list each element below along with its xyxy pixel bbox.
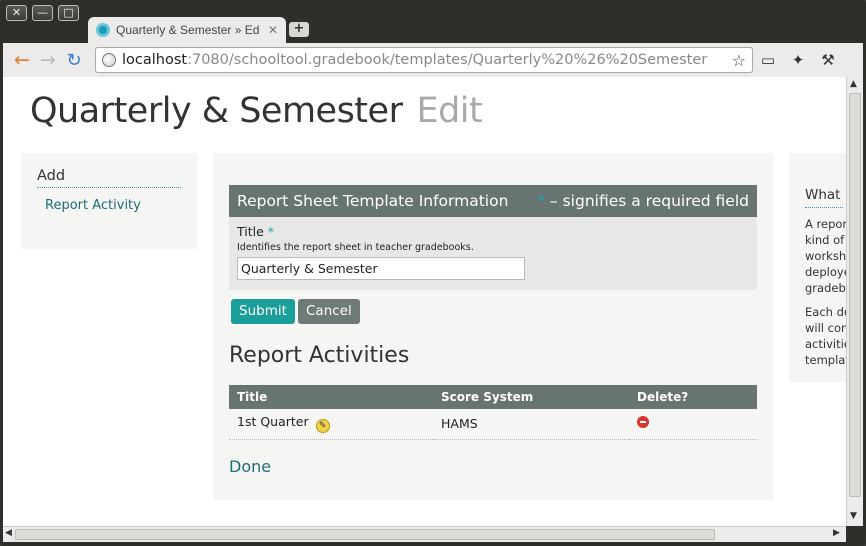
fullscreen-icon[interactable]: ▭ (753, 51, 783, 69)
form-header: Report Sheet Template Information * – si… (229, 185, 757, 217)
activity-title-cell: 1st Quarter ✎ (229, 409, 433, 440)
reload-icon[interactable]: ↻ (61, 50, 87, 71)
report-activity-link[interactable]: Report Activity (45, 198, 181, 213)
help-heading: What i (805, 187, 846, 208)
activity-title: 1st Quarter (237, 414, 309, 430)
help-line: will con (805, 321, 846, 335)
title-field-hint: Identifies the report sheet in teacher g… (237, 242, 474, 253)
help-line: deploye (805, 265, 846, 279)
help-line: A repor (805, 217, 846, 231)
help-paragraph-1: A repor kind of workshe deploye gradebo (805, 216, 846, 296)
url-text[interactable]: localhost:7080/schooltool.gradebook/temp… (122, 52, 732, 68)
close-window-button[interactable]: ✕ (6, 5, 27, 21)
address-bar[interactable]: localhost:7080/schooltool.gradebook/temp… (95, 47, 753, 73)
scroll-right-arrow-icon[interactable]: ▶ (833, 528, 840, 538)
minimize-window-button[interactable]: — (32, 5, 53, 21)
required-note: * – signifies a required field (537, 192, 749, 210)
title-input[interactable] (237, 257, 525, 280)
horizontal-scrollbar[interactable]: ◀ ▶ (3, 526, 846, 542)
sidebar-heading: Add (37, 168, 181, 188)
required-note-text: – signifies a required field (549, 192, 749, 210)
vertical-scrollbar[interactable]: ▲ ▼ (846, 77, 863, 526)
wrench-icon[interactable]: ⚒ (813, 51, 843, 69)
column-header-title: Title (229, 385, 433, 409)
help-line: gradebo (805, 281, 846, 295)
horizontal-scroll-thumb[interactable] (15, 529, 715, 540)
url-host: localhost (122, 52, 188, 68)
done-link[interactable]: Done (229, 457, 271, 476)
title-label-text: Title (237, 224, 264, 239)
report-activities-heading: Report Activities (229, 343, 410, 368)
title-field-label: Title * (237, 224, 749, 239)
column-header-delete: Delete? (629, 385, 757, 409)
globe-icon (102, 53, 116, 67)
help-line: workshe (805, 249, 846, 263)
table-header-row: Title Score System Delete? (229, 385, 757, 409)
browser-window: ✕ — □ Quarterly & Semester » Ed ✕ + ← → … (0, 0, 866, 546)
page-viewport: Quarterly & Semester Edit Add Report Acti… (3, 77, 846, 526)
add-sidebar: Add Report Activity (21, 153, 197, 249)
maximize-window-button[interactable]: □ (58, 5, 79, 21)
form-header-title: Report Sheet Template Information (237, 192, 509, 210)
page-title-main: Quarterly & Semester (30, 91, 403, 131)
title-required-asterisk: * (267, 224, 275, 239)
bookmark-star-icon[interactable]: ☆ (732, 51, 746, 70)
schooltool-favicon-icon (96, 23, 110, 37)
scroll-up-arrow-icon[interactable]: ▲ (850, 79, 857, 89)
new-tab-button[interactable]: + (289, 22, 309, 37)
help-line: templat (805, 353, 846, 367)
help-paragraph-2: Each de will con activitie templat (805, 304, 846, 368)
required-asterisk: * (537, 192, 545, 210)
table-row: 1st Quarter ✎ HAMS (229, 409, 757, 440)
forward-arrow-icon[interactable]: → (35, 49, 61, 71)
activities-table: Title Score System Delete? 1st Quarter ✎… (229, 385, 757, 440)
delete-cell (629, 409, 757, 440)
help-line: Each de (805, 305, 846, 319)
help-sidebar: What i A repor kind of workshe deploye g… (789, 153, 846, 382)
scroll-left-arrow-icon[interactable]: ◀ (5, 528, 12, 538)
page-title-sub: Edit (416, 91, 483, 131)
back-arrow-icon[interactable]: ← (9, 49, 35, 71)
pin-icon[interactable]: ✦ (783, 51, 813, 69)
browser-toolbar: ← → ↻ localhost:7080/schooltool.gradeboo… (3, 43, 863, 77)
help-line: activitie (805, 337, 846, 351)
scroll-down-arrow-icon[interactable]: ▼ (850, 511, 857, 521)
main-content: Report Sheet Template Information * – si… (213, 153, 773, 500)
browser-tab[interactable]: Quarterly & Semester » Ed ✕ (88, 17, 286, 43)
column-header-score-system: Score System (433, 385, 629, 409)
score-system-cell: HAMS (433, 409, 629, 440)
vertical-scroll-thumb[interactable] (849, 93, 861, 497)
submit-button[interactable]: Submit (231, 299, 295, 324)
delete-icon[interactable] (637, 416, 649, 429)
help-line: kind of (805, 233, 845, 247)
edit-pencil-icon[interactable]: ✎ (315, 419, 330, 434)
url-path: :7080/schooltool.gradebook/templates/Qua… (187, 52, 708, 68)
cancel-button[interactable]: Cancel (298, 299, 360, 324)
window-controls: ✕ — □ (6, 5, 79, 21)
page-title: Quarterly & Semester Edit (30, 91, 483, 131)
form-body: Title * Identifies the report sheet in t… (229, 217, 757, 290)
tab-close-icon[interactable]: ✕ (268, 23, 278, 37)
tab-title: Quarterly & Semester » Ed (116, 23, 260, 37)
